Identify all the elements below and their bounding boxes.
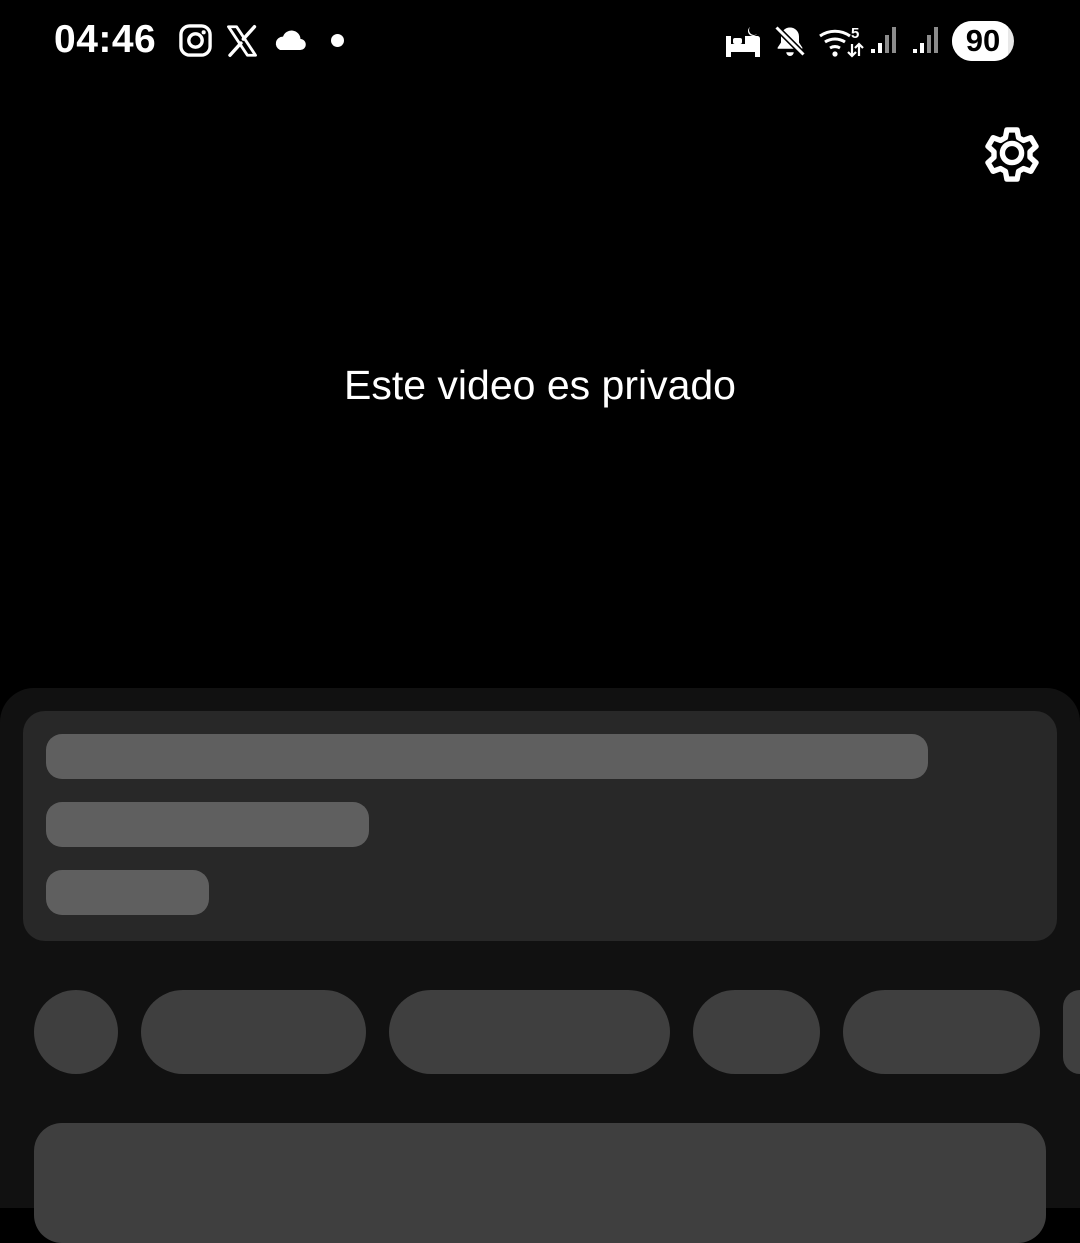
private-video-message: Este video es privado [343,362,736,408]
action-chip-skeleton [389,990,670,1074]
gear-icon[interactable] [976,117,1048,189]
x-icon [227,25,257,57]
avatar-skeleton [34,990,118,1074]
subtitle-skeleton [46,802,369,847]
bottom-sheet [0,688,1080,1243]
battery-indicator: 90 [952,21,1014,61]
wifi-label: 5 [851,25,859,42]
wifi-icon: 5 [819,25,864,58]
action-chip-skeleton [843,990,1040,1074]
status-bar: 04:46 5 90 [0,0,1080,80]
action-chip-skeleton [693,990,820,1074]
meta-skeleton [46,870,209,915]
signal-icon [871,27,896,53]
signal-icon [913,27,938,53]
cloud-icon [275,30,306,51]
mute-icon [774,25,806,57]
action-chip-skeleton [1063,990,1080,1074]
status-time: 04:46 [54,18,157,61]
bed-icon [726,27,760,57]
title-skeleton [46,734,928,779]
content-skeleton [34,1123,1046,1243]
instagram-icon [179,24,212,57]
action-chip-skeleton [141,990,366,1074]
battery-percent: 90 [965,23,1001,58]
dot-icon [331,34,344,47]
video-info-skeleton [23,711,1057,941]
